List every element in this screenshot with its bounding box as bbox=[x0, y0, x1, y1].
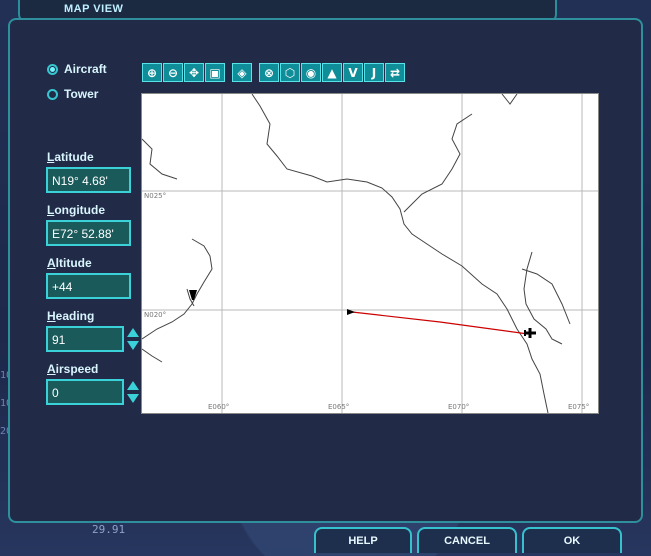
map-toolbar: ⊕ ⊖ ✥ ▣ ◈ ⊗ ⬡ ◉ ▲ V J ⇄ bbox=[142, 63, 405, 82]
map-svg: N025° N020° E060° E065° E070° E075° bbox=[142, 94, 598, 413]
heading-label: Heading bbox=[47, 309, 95, 323]
route-line bbox=[351, 311, 529, 335]
aircraft-icon bbox=[524, 328, 536, 338]
lat-label: N025° bbox=[144, 192, 166, 200]
lon-label: E065° bbox=[328, 403, 349, 411]
altitude-label: Altitude bbox=[47, 256, 92, 270]
longitude-label: Longitude bbox=[47, 203, 105, 217]
latitude-field[interactable]: N19° 4.68' bbox=[46, 167, 131, 193]
center-aircraft-icon[interactable]: ✥ bbox=[184, 63, 204, 82]
spin-down-icon[interactable] bbox=[127, 394, 139, 403]
spin-up-icon[interactable] bbox=[127, 328, 139, 337]
radio-indicator bbox=[47, 88, 58, 100]
radio-tower-label: Tower bbox=[64, 87, 99, 101]
airspeed-field[interactable]: 0 bbox=[46, 379, 124, 405]
lon-label: E070° bbox=[448, 403, 469, 411]
lon-label: E060° bbox=[208, 403, 229, 411]
vor-icon[interactable]: ⊗ bbox=[259, 63, 279, 82]
altitude-field[interactable]: +44 bbox=[46, 273, 131, 299]
map-canvas[interactable]: N025° N020° E060° E065° E070° E075° bbox=[141, 93, 599, 414]
waypoint-icon[interactable]: ▲ bbox=[322, 63, 342, 82]
zoom-out-icon[interactable]: ⊖ bbox=[163, 63, 183, 82]
window-title: MAP VIEW bbox=[64, 3, 124, 15]
radio-aircraft[interactable]: Aircraft bbox=[47, 62, 107, 76]
zoom-fit-icon[interactable]: ▣ bbox=[205, 63, 225, 82]
map-layers-icon[interactable]: ◈ bbox=[232, 63, 252, 82]
longitude-field[interactable]: E72° 52.88' bbox=[46, 220, 131, 246]
ndb-icon[interactable]: ⬡ bbox=[280, 63, 300, 82]
heading-field[interactable]: 91 bbox=[46, 326, 124, 352]
airspeed-label: Airspeed bbox=[47, 362, 99, 376]
map-grid bbox=[142, 94, 598, 413]
cancel-button[interactable]: CANCEL bbox=[417, 527, 517, 553]
ok-button[interactable]: OK bbox=[522, 527, 622, 553]
airway-v-icon[interactable]: V bbox=[343, 63, 363, 82]
radio-aircraft-label: Aircraft bbox=[64, 62, 107, 76]
radio-tower[interactable]: Tower bbox=[47, 87, 98, 101]
spin-down-icon[interactable] bbox=[127, 341, 139, 350]
baro-readout: 29.91 bbox=[92, 523, 126, 536]
radio-indicator bbox=[47, 63, 58, 75]
flight-plan-icon[interactable]: ⇄ bbox=[385, 63, 405, 82]
zoom-in-icon[interactable]: ⊕ bbox=[142, 63, 162, 82]
lat-label: N020° bbox=[144, 311, 166, 319]
latitude-label: Latitude bbox=[47, 150, 94, 164]
airport-icon[interactable]: ◉ bbox=[301, 63, 321, 82]
airway-j-icon[interactable]: J bbox=[364, 63, 384, 82]
help-button[interactable]: HELP bbox=[314, 527, 412, 553]
grid-labels: N025° N020° E060° E065° E070° E075° bbox=[144, 192, 589, 411]
heading-spinner[interactable] bbox=[127, 327, 139, 351]
spin-up-icon[interactable] bbox=[127, 381, 139, 390]
coastline bbox=[142, 94, 571, 413]
lon-label: E075° bbox=[568, 403, 589, 411]
airspeed-spinner[interactable] bbox=[127, 380, 139, 404]
